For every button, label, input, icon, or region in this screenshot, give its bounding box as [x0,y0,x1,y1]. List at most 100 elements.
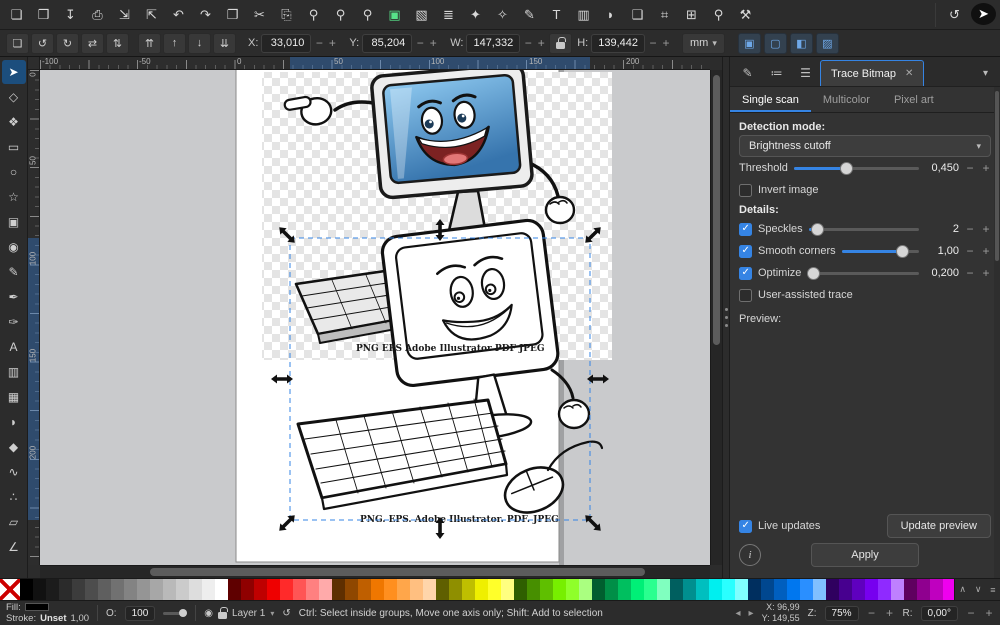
snap-controls-icon[interactable]: ➤ [971,2,996,25]
palette-swatch[interactable] [605,579,618,600]
copy-icon[interactable]: ❐ [220,3,245,27]
height-increment-button[interactable]: + [661,36,671,50]
rotate-cw-icon[interactable]: ↻ [56,32,79,54]
panel-splitter[interactable] [722,57,730,578]
speckles-value[interactable]: 2 [925,223,959,235]
palette-swatch[interactable] [631,579,644,600]
palette-swatch[interactable] [865,579,878,600]
smooth-corners-increment-button[interactable]: + [981,244,991,258]
threshold-increment-button[interactable]: + [981,161,991,175]
palette-swatch[interactable] [839,579,852,600]
palette-menu-button[interactable]: ≡ [990,585,995,595]
print-icon[interactable]: ⎙ [85,3,110,27]
canvas[interactable]: PNG EPS Adobe Illustrator PDF JPEG PNG. … [40,70,710,565]
palette-swatch[interactable] [462,579,475,600]
pencil-tool[interactable]: ✎ [2,260,26,284]
paint-bucket-tool[interactable]: ◆ [2,435,26,459]
trace-scan-tab[interactable]: Single scan [730,87,811,112]
rotation-field[interactable]: 0,00° [920,605,958,621]
palette-swatch[interactable] [306,579,319,600]
palette-swatch[interactable] [670,579,683,600]
selector-tool[interactable]: ➤ [1,60,26,84]
vertical-scrollbar-thumb[interactable] [713,75,720,345]
palette-swatch[interactable] [189,579,202,600]
height-decrement-button[interactable]: − [648,36,658,50]
speckles-checkbox[interactable] [739,222,752,236]
box-3d-tool[interactable]: ▣ [2,210,26,234]
smooth-corners-slider[interactable] [841,243,919,259]
history-icon[interactable]: ↺ [282,608,290,619]
threshold-decrement-button[interactable]: − [965,161,975,175]
raise-to-top-icon[interactable]: ⇈ [138,32,161,54]
layer-visibility-icon[interactable]: ◉ [204,608,213,619]
palette-swatch[interactable] [358,579,371,600]
raise-icon[interactable]: ↑ [163,32,186,54]
zoom-in-button[interactable]: + [885,606,895,620]
palette-swatch[interactable] [488,579,501,600]
palette-swatch[interactable] [163,579,176,600]
draw-pen-icon[interactable]: ✎ [517,3,542,27]
palette-swatch[interactable] [241,579,254,600]
fill-stroke-tab-icon[interactable]: ✎ [733,60,762,86]
star-tool[interactable]: ☆ [2,185,26,209]
palette-swatch[interactable] [761,579,774,600]
palette-swatch[interactable] [46,579,59,600]
palette-swatch[interactable] [943,579,954,600]
fill-stroke-dialog-icon[interactable]: ▧ [409,3,434,27]
apply-button[interactable]: Apply [811,543,919,567]
width-increment-button[interactable]: + [536,36,546,50]
palette-swatch[interactable] [111,579,124,600]
mesh-tool[interactable]: ▦ [2,385,26,409]
gradient-tool[interactable]: ▥ [2,360,26,384]
palette-swatch[interactable] [72,579,85,600]
palette-swatch[interactable] [332,579,345,600]
save-icon[interactable]: ↧ [58,3,83,27]
palette-swatch[interactable] [137,579,150,600]
fill-swatch[interactable] [24,603,49,612]
info-button[interactable]: i [739,544,761,566]
palette-swatch[interactable] [20,579,33,600]
gradient-dialog-icon[interactable]: ▥ [571,3,596,27]
panel-scrollbar-thumb[interactable] [995,91,999,261]
measure-tool[interactable]: ∠ [2,535,26,559]
calligraphy-tool[interactable]: ✑ [2,310,26,334]
drawing-viewport[interactable]: PNG EPS Adobe Illustrator PDF JPEG PNG. … [40,70,710,565]
palette-swatch[interactable] [319,579,332,600]
palette-swatch[interactable] [293,579,306,600]
optimize-increment-button[interactable]: + [981,266,991,280]
x-increment-button[interactable]: + [327,36,337,50]
import-icon[interactable]: ⇲ [112,3,137,27]
palette-swatch[interactable] [228,579,241,600]
node-tool[interactable]: ◇ [2,85,26,109]
palette-swatch[interactable] [553,579,566,600]
ellipse-tool[interactable]: ○ [2,160,26,184]
palette-swatch[interactable] [345,579,358,600]
palette-swatch[interactable] [800,579,813,600]
palette-swatch[interactable] [683,579,696,600]
opacity-slider[interactable] [163,608,188,617]
palette-swatch[interactable] [59,579,72,600]
palette-swatch[interactable] [501,579,514,600]
threshold-value[interactable]: 0,450 [925,162,959,174]
flip-horizontal-icon[interactable]: ⇄ [81,32,104,54]
palette-swatch[interactable] [384,579,397,600]
trace-scan-tab[interactable]: Multicolor [811,87,882,112]
palette-swatch[interactable] [124,579,137,600]
open-document-icon[interactable]: ❒ [31,3,56,27]
horizontal-ruler[interactable]: -100 -50 0 50 100 150 200 [40,57,710,70]
palette-swatch[interactable] [930,579,943,600]
optimize-value[interactable]: 0,200 [925,267,959,279]
display-mode-icon[interactable]: ▣ [382,3,407,27]
zoom-field[interactable]: 75% [824,605,859,621]
rotation-increment-button[interactable]: + [984,606,994,620]
palette-swatch[interactable] [267,579,280,600]
width-field[interactable]: 147,332 [466,33,521,53]
rectangle-tool[interactable]: ▭ [2,135,26,159]
objects-tab-icon[interactable]: ☰ [791,60,820,86]
optimize-checkbox[interactable] [739,266,752,280]
undo-icon[interactable]: ↶ [166,3,191,27]
optimize-decrement-button[interactable]: − [965,266,975,280]
vertical-ruler[interactable]: 0 50 100 150 200 [28,70,40,565]
palette-swatch[interactable] [514,579,527,600]
swatches-tab-icon[interactable]: ≔ [762,60,791,86]
